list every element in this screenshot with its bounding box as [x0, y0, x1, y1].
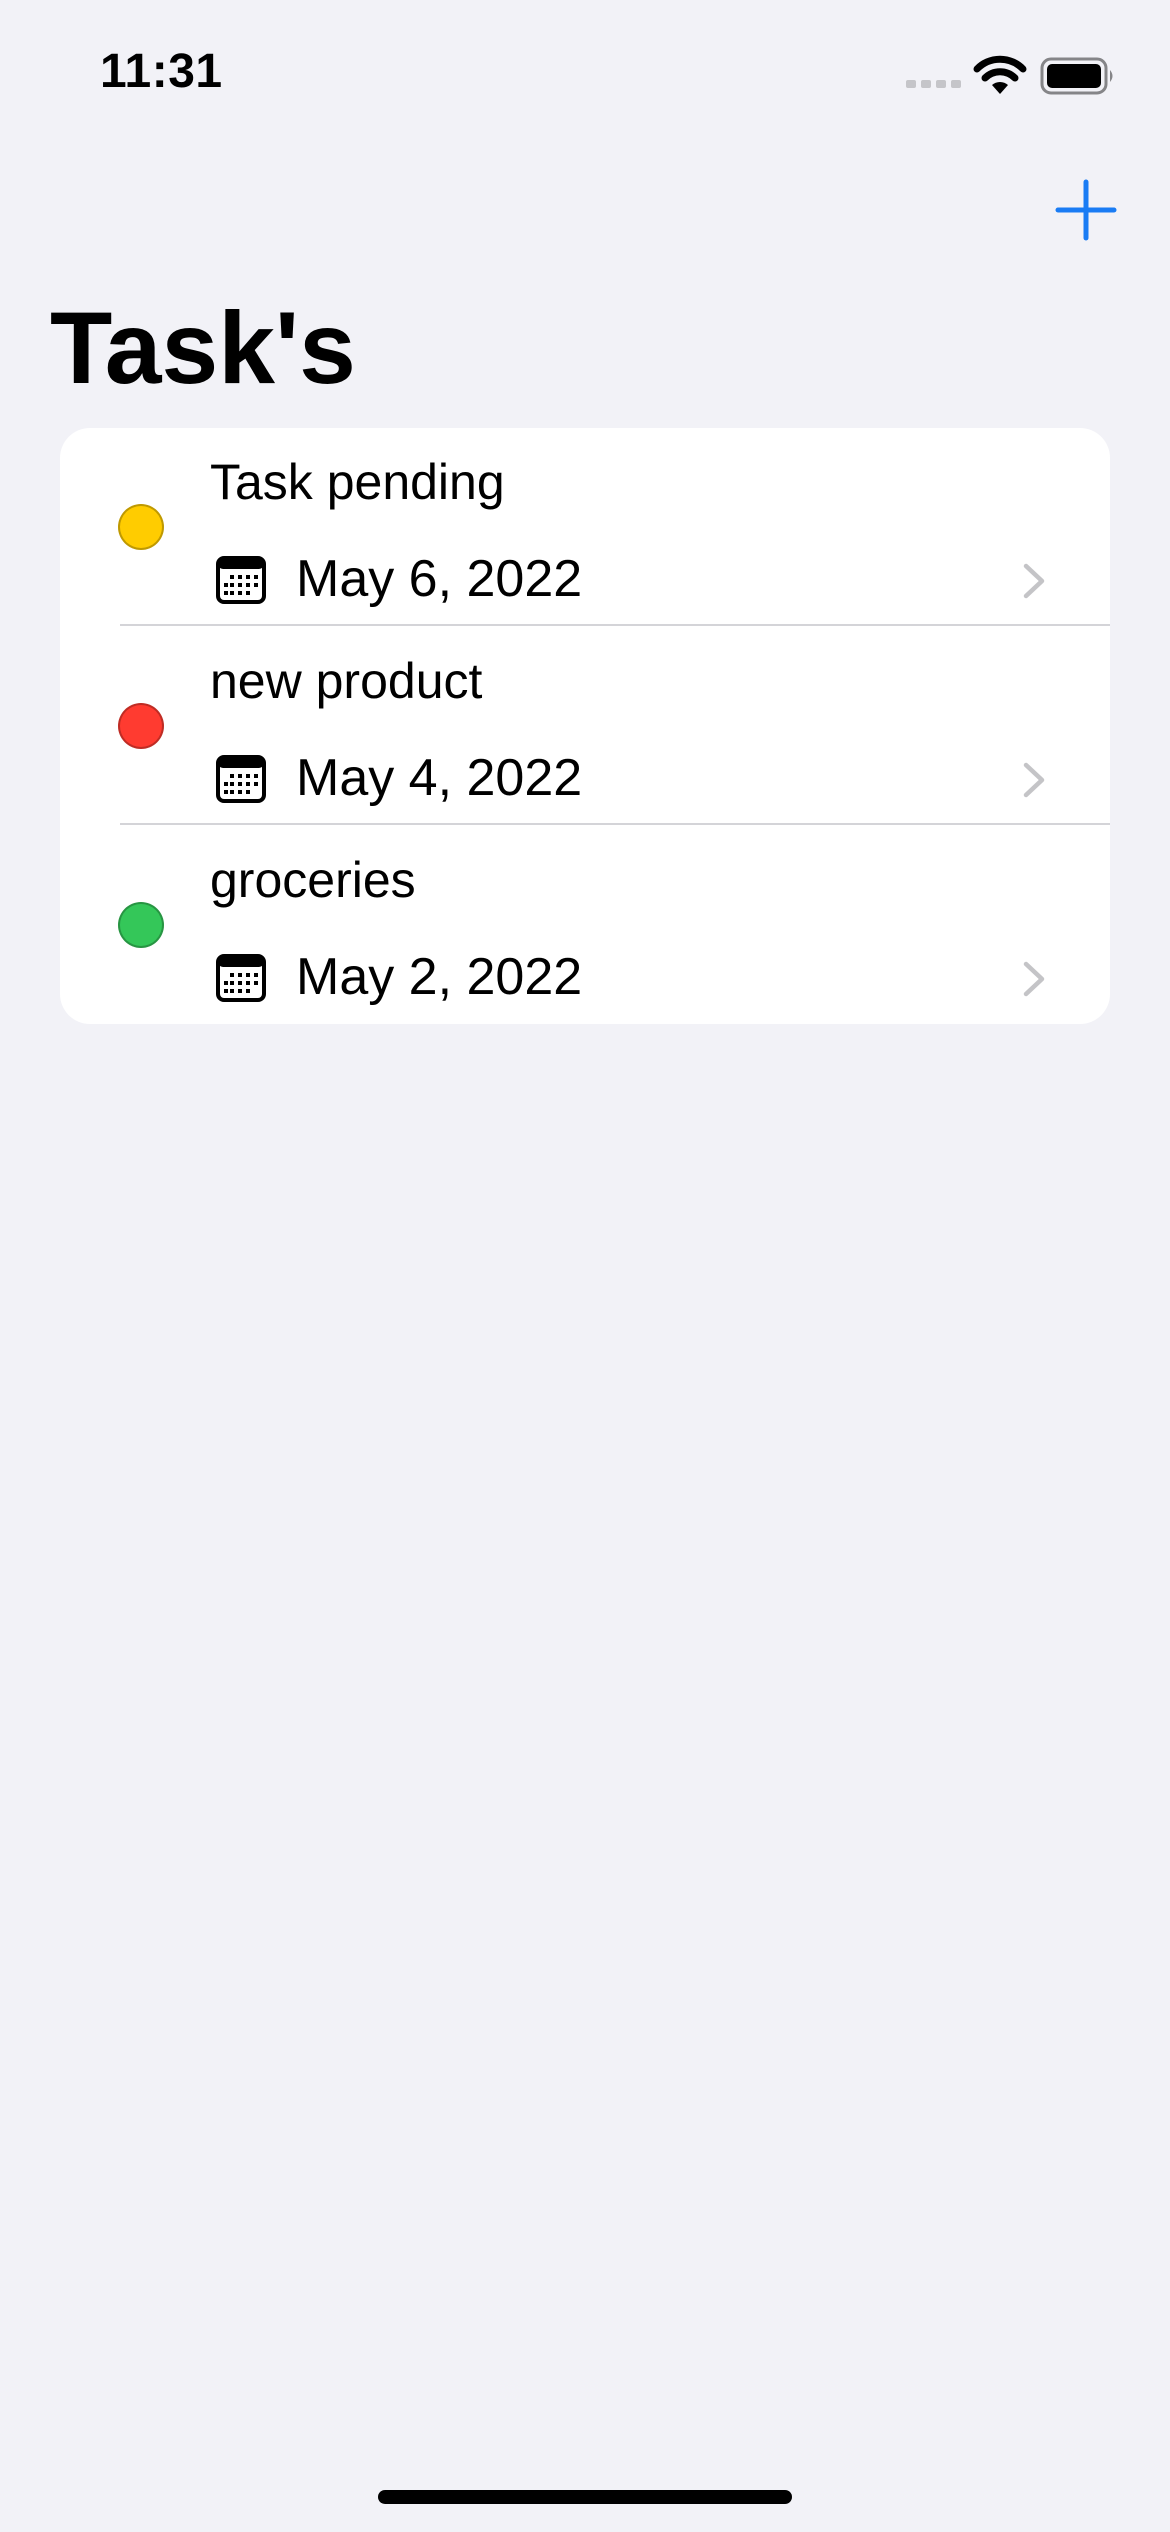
row-divider [120, 624, 1110, 626]
status-dot [118, 703, 164, 749]
task-row[interactable]: groceries May 2, 2022 [60, 826, 1110, 1024]
row-divider [120, 823, 1110, 825]
task-title: groceries [210, 852, 416, 908]
task-list: Task pending May 6, 2022 new product May… [60, 428, 1110, 1024]
task-title: new product [210, 653, 483, 709]
plus-icon [1055, 179, 1117, 241]
status-dot [118, 902, 164, 948]
task-row[interactable]: new product May 4, 2022 [60, 627, 1110, 825]
task-title: Task pending [210, 454, 505, 510]
task-date: May 2, 2022 [296, 948, 583, 1006]
wifi-icon [973, 55, 1027, 94]
chevron-right-icon [1023, 762, 1045, 798]
status-dot [118, 504, 164, 550]
calendar-icon [216, 954, 266, 1002]
calendar-icon [216, 755, 266, 803]
home-indicator[interactable] [378, 2490, 792, 2504]
battery-icon [1040, 57, 1113, 95]
page-title: Task's [50, 291, 356, 405]
status-time: 11:31 [100, 45, 223, 98]
calendar-icon [216, 556, 266, 604]
task-row[interactable]: Task pending May 6, 2022 [60, 428, 1110, 626]
chevron-right-icon [1023, 563, 1045, 599]
task-date: May 6, 2022 [296, 550, 583, 608]
task-date: May 4, 2022 [296, 749, 583, 807]
add-task-button[interactable] [1054, 178, 1118, 242]
cellular-signal-icon [906, 80, 961, 88]
chevron-right-icon [1023, 961, 1045, 997]
status-bar: 11:31 [0, 0, 1170, 150]
